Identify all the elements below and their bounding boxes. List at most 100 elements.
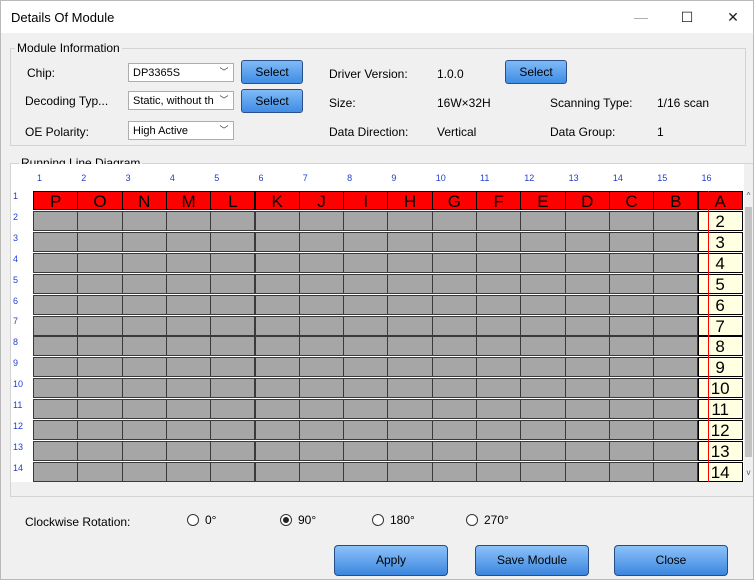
- running-cell: 6: [697, 294, 743, 315]
- grid-cell: [210, 440, 256, 461]
- close-window-button[interactable]: ✕: [710, 1, 753, 33]
- grid-cell: [254, 273, 300, 294]
- decoding-type-select[interactable]: Static, without th ﹀: [128, 91, 234, 110]
- grid-cell: [564, 461, 610, 482]
- running-cell: 13: [697, 440, 743, 461]
- grid-cell: [564, 231, 610, 252]
- grid-cell: [298, 378, 345, 399]
- grid-cell: [77, 315, 123, 336]
- grid-cell: [653, 440, 699, 461]
- minimize-button[interactable]: —: [618, 1, 664, 33]
- grid-cell: [210, 273, 256, 294]
- grid-cell: [520, 231, 566, 252]
- grid-cell: [387, 273, 433, 294]
- grid-cell: [343, 211, 389, 231]
- grid-cell: [165, 211, 212, 231]
- grid-cell: [121, 294, 167, 315]
- running-cell: 2: [697, 211, 743, 231]
- chip-select-button[interactable]: Select: [241, 60, 303, 84]
- grid-cell: [520, 315, 566, 336]
- oe-polarity-select[interactable]: High Active ﹀: [128, 121, 234, 140]
- grid-cell: [298, 357, 345, 378]
- grid-cell: [210, 231, 256, 252]
- diagram-scrollbar[interactable]: ^ v: [744, 191, 753, 482]
- grid-cell: [298, 315, 345, 336]
- grid-cell: [343, 399, 389, 420]
- apply-button[interactable]: Apply: [334, 545, 448, 576]
- grid-cell: [564, 315, 610, 336]
- chip-label: Chip:: [27, 66, 56, 80]
- grid-cell: [254, 440, 300, 461]
- grid-cell: [165, 231, 212, 252]
- decoding-select-button[interactable]: Select: [241, 89, 303, 113]
- scroll-up-icon[interactable]: ^: [744, 191, 753, 205]
- chevron-down-icon: ﹀: [219, 125, 229, 135]
- grid-cell: [608, 315, 655, 336]
- column-number: 4: [169, 173, 175, 183]
- grid-cell: [387, 211, 433, 231]
- header-cell: A: [697, 191, 743, 211]
- grid-cell: [121, 336, 167, 357]
- scroll-down-icon[interactable]: v: [744, 468, 753, 482]
- grid-cell: [431, 420, 477, 440]
- grid-cell: [33, 399, 79, 420]
- rotation-radio-3[interactable]: [466, 514, 478, 526]
- row-number: 2: [13, 211, 19, 222]
- rotation-radio-0[interactable]: [187, 514, 199, 526]
- grid-cell: [33, 252, 79, 273]
- running-cell: 7: [697, 315, 743, 336]
- grid-cell: [608, 399, 655, 420]
- row-number: 1: [13, 191, 19, 201]
- grid-cell: [564, 440, 610, 461]
- grid-cell: [564, 336, 610, 357]
- grid-cell: [165, 294, 212, 315]
- rotation-option-label[interactable]: 0°: [205, 513, 216, 527]
- grid-cell: [33, 378, 79, 399]
- maximize-button[interactable]: ☐: [664, 1, 710, 33]
- scrollbar-thumb[interactable]: [745, 207, 752, 457]
- running-cell: 11: [697, 399, 743, 420]
- close-button[interactable]: Close: [614, 545, 728, 576]
- grid-cell: [254, 378, 300, 399]
- grid-cell: [210, 420, 256, 440]
- grid-cell: [33, 273, 79, 294]
- rotation-option-label[interactable]: 270°: [484, 513, 509, 527]
- driver-version-label: Driver Version:: [329, 67, 408, 81]
- module-information-label: Module Information: [15, 41, 122, 55]
- rotation-option-label[interactable]: 180°: [390, 513, 415, 527]
- grid-cell: [431, 399, 477, 420]
- row-number: 4: [13, 253, 19, 264]
- header-cell: F: [476, 191, 522, 211]
- column-number: 14: [612, 173, 623, 183]
- grid-cell: [165, 461, 212, 482]
- rotation-option-label[interactable]: 90°: [298, 513, 316, 527]
- grid-cell: [653, 336, 699, 357]
- grid-cell: [476, 336, 522, 357]
- row-number: 8: [13, 337, 19, 348]
- grid-cell: [343, 231, 389, 252]
- rotation-radio-1[interactable]: [280, 514, 292, 526]
- grid-cell: [387, 357, 433, 378]
- row-number: 9: [13, 358, 19, 369]
- running-line-diagram: 1 2 3 4 5 6 7 8 9 10 11 12 13 14 15 16 1 2 3 4 5 6 7 8 9 10 11 12 1…: [11, 164, 744, 482]
- grid-cell: [387, 420, 433, 440]
- grid-cell: [476, 461, 522, 482]
- running-line: [708, 191, 709, 482]
- grid-cell: [77, 357, 123, 378]
- grid-cell: [298, 294, 345, 315]
- chevron-down-icon: ﹀: [219, 95, 229, 105]
- oe-polarity-value: High Active: [133, 125, 189, 137]
- grid-cell: [343, 294, 389, 315]
- data-group-value: 1: [657, 125, 664, 139]
- grid-cell: [298, 252, 345, 273]
- column-number: 7: [302, 173, 308, 183]
- grid-cell: [387, 440, 433, 461]
- grid-cell: [476, 273, 522, 294]
- save-module-button[interactable]: Save Module: [475, 545, 589, 576]
- header-cell: N: [121, 191, 167, 211]
- rotation-radio-2[interactable]: [372, 514, 384, 526]
- driver-select-button[interactable]: Select: [505, 60, 567, 84]
- grid-cell: [210, 336, 256, 357]
- running-cell: 10: [697, 378, 743, 399]
- chip-select[interactable]: DP3365S ﹀: [128, 63, 234, 82]
